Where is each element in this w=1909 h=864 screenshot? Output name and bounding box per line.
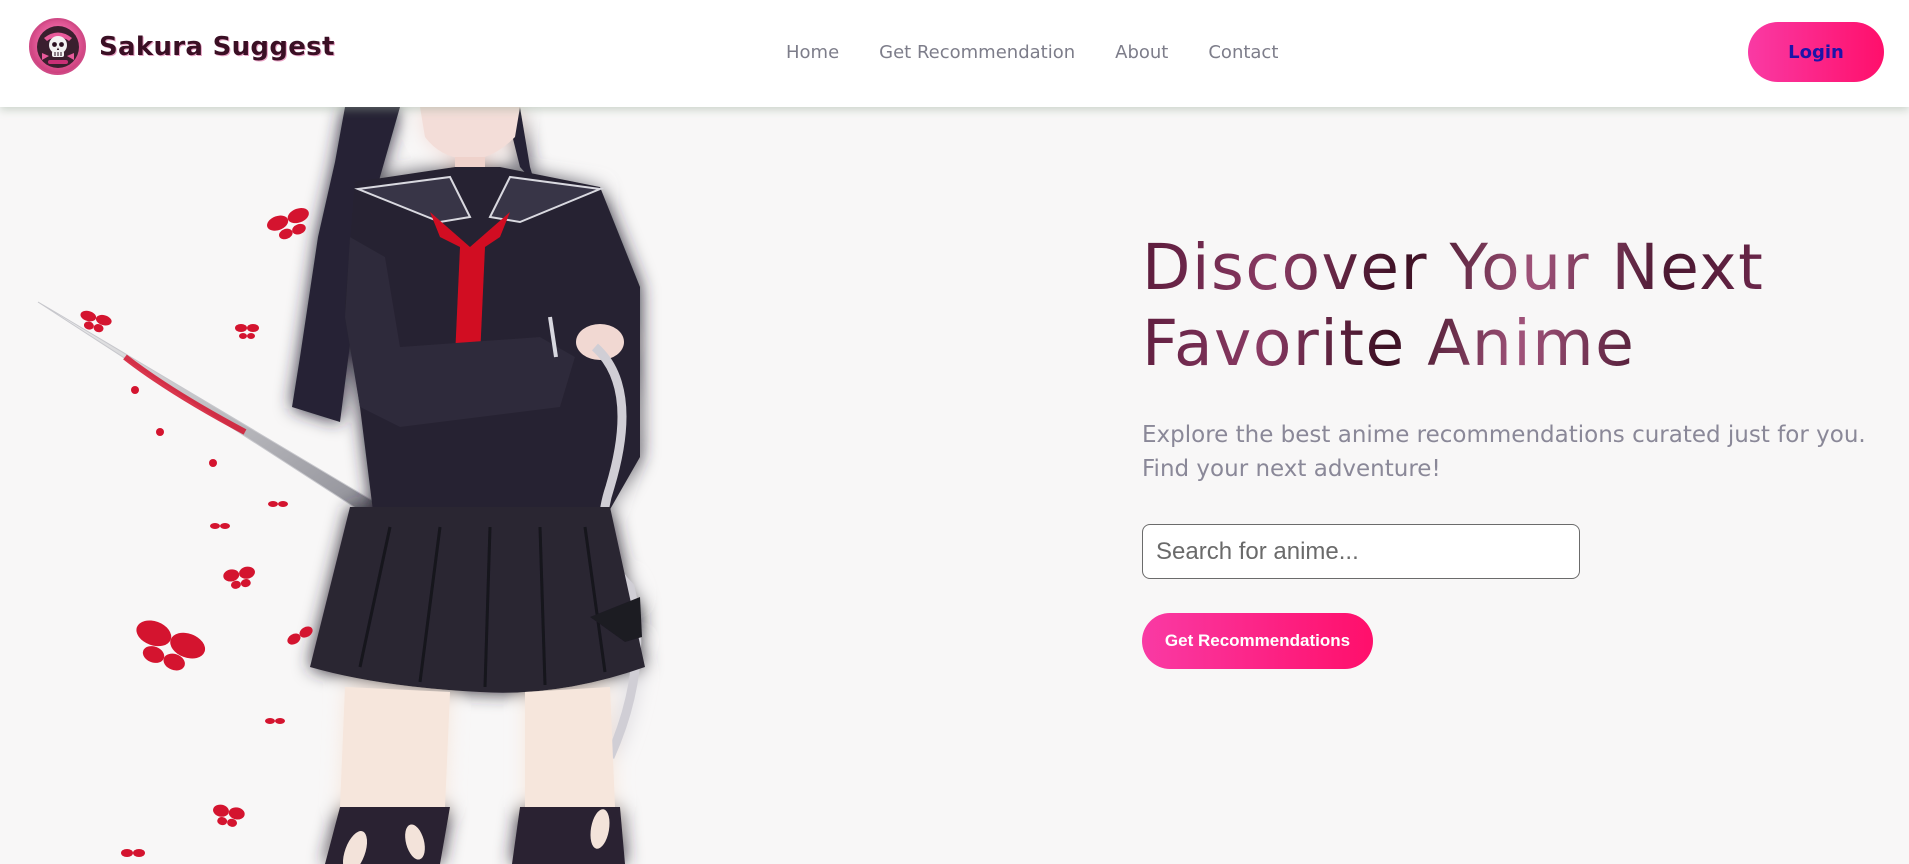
- nav-link-get-recommendation[interactable]: Get Recommendation: [879, 42, 1075, 63]
- login-button[interactable]: Login: [1748, 22, 1884, 82]
- skull-logo-icon: [29, 18, 86, 75]
- hero-content: Discover Your Next Favorite Anime Explor…: [1142, 230, 1882, 669]
- search-input[interactable]: [1142, 524, 1580, 579]
- nav-link-about[interactable]: About: [1115, 42, 1168, 63]
- hero-illustration: [0, 107, 700, 864]
- butterfly-icon: [80, 208, 313, 857]
- brand-name: Sakura Suggest: [99, 31, 335, 62]
- hero-title: Discover Your Next Favorite Anime: [1142, 230, 1882, 382]
- hero-subtitle: Explore the best anime recommendations c…: [1142, 422, 1866, 482]
- navbar: Sakura Suggest Home Get Recommendation A…: [0, 0, 1909, 107]
- brand[interactable]: Sakura Suggest: [29, 18, 335, 75]
- nav-link-home[interactable]: Home: [786, 42, 839, 63]
- get-recommendations-button[interactable]: Get Recommendations: [1142, 613, 1373, 669]
- nav-link-contact[interactable]: Contact: [1208, 42, 1278, 63]
- main-nav: Home Get Recommendation About Contact: [786, 42, 1278, 63]
